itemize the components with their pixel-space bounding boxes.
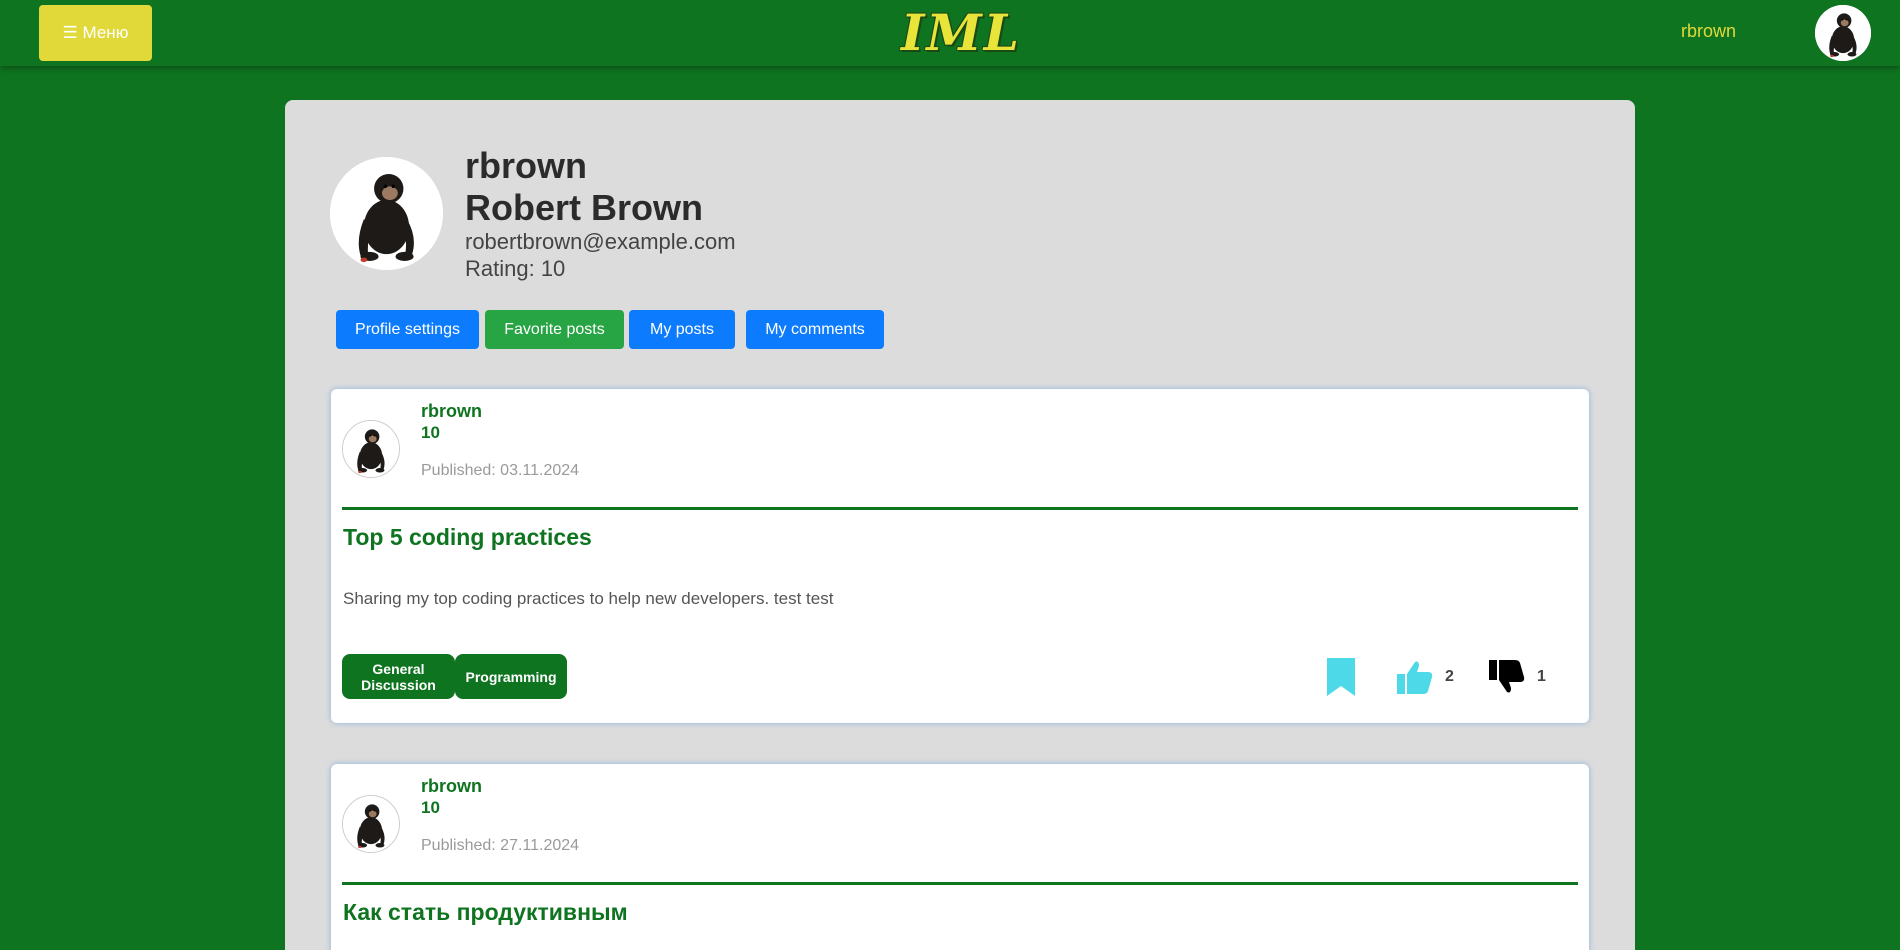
profile-avatar bbox=[330, 157, 443, 270]
tag-programming[interactable]: Programming bbox=[455, 654, 567, 699]
tab-my-comments[interactable]: My comments bbox=[746, 310, 884, 349]
post-title[interactable]: Top 5 coding practices bbox=[343, 524, 592, 551]
site-logo[interactable]: IML bbox=[876, 3, 1046, 62]
bookmark-icon bbox=[1327, 657, 1355, 696]
thumbs-up-icon bbox=[1397, 661, 1433, 694]
post-author[interactable]: rbrown bbox=[421, 776, 482, 797]
post-author-avatar[interactable] bbox=[342, 420, 400, 478]
profile-full-name: Robert Brown bbox=[465, 187, 703, 228]
header-avatar[interactable] bbox=[1815, 5, 1871, 61]
header-username[interactable]: rbrown bbox=[1681, 21, 1736, 42]
top-navigation-bar: ☰ Меню IML rbrown bbox=[0, 0, 1900, 66]
thumbs-down-icon bbox=[1489, 659, 1525, 692]
post-published-date: Published: 03.11.2024 bbox=[421, 462, 580, 479]
bookmark-button[interactable] bbox=[1327, 654, 1355, 699]
profile-email: robertbrown@example.com bbox=[465, 229, 736, 254]
tab-my-posts[interactable]: My posts bbox=[629, 310, 735, 349]
post-card[interactable]: rbrown 10 Published: 03.11.2024 Top 5 co… bbox=[331, 389, 1589, 723]
post-published-date: Published: 27.11.2024 bbox=[421, 837, 580, 854]
post-body: Sharing my top coding practices to help … bbox=[343, 589, 834, 608]
post-divider bbox=[342, 882, 1578, 885]
tab-profile-settings[interactable]: Profile settings bbox=[336, 310, 479, 349]
tag-general-discussion[interactable]: General Discussion bbox=[342, 654, 455, 699]
post-author-avatar[interactable] bbox=[342, 795, 400, 853]
post-author-rating: 10 bbox=[421, 423, 440, 442]
post-author-rating: 10 bbox=[421, 798, 440, 817]
post-card[interactable]: rbrown 10 Published: 27.11.2024 Как стат… bbox=[331, 764, 1589, 950]
tab-favorite-posts[interactable]: Favorite posts bbox=[485, 310, 624, 349]
post-author[interactable]: rbrown bbox=[421, 401, 482, 422]
profile-rating: Rating: 10 bbox=[465, 256, 566, 281]
post-title[interactable]: Как стать продуктивным bbox=[343, 899, 628, 926]
dislike-button[interactable]: 1 bbox=[1489, 654, 1546, 699]
post-divider bbox=[342, 507, 1578, 510]
menu-button[interactable]: ☰ Меню bbox=[39, 5, 152, 61]
like-button[interactable]: 2 bbox=[1397, 654, 1454, 699]
dislike-count: 1 bbox=[1537, 667, 1546, 685]
profile-username: rbrown bbox=[465, 145, 587, 186]
like-count: 2 bbox=[1445, 667, 1454, 685]
